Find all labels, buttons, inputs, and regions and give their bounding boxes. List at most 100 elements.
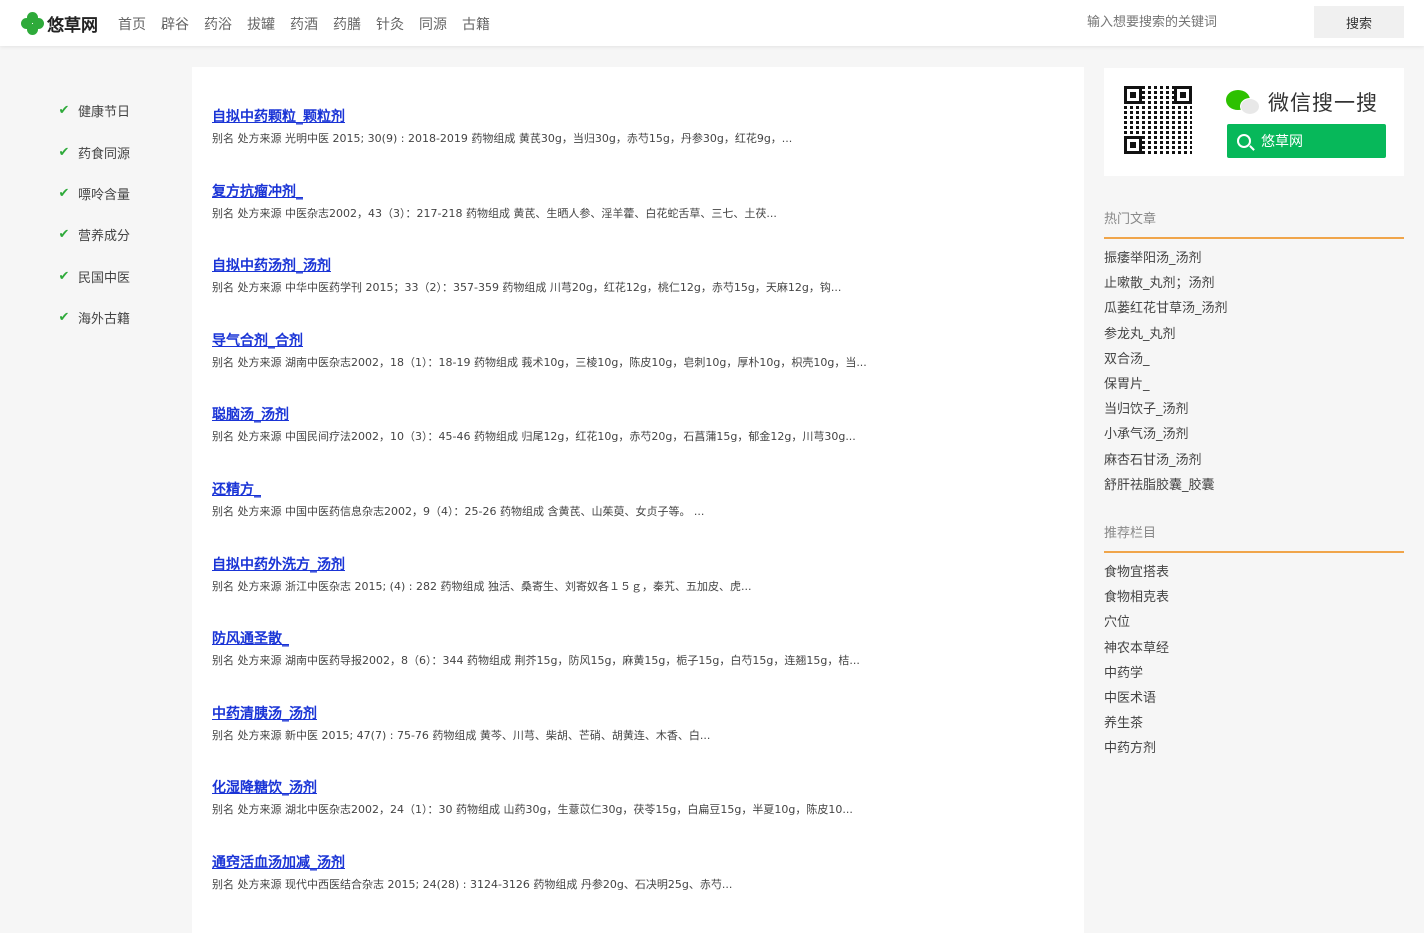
nav-baguan[interactable]: 拔罐 — [247, 14, 275, 34]
hot-article-link[interactable]: 止嗽散_丸剂；汤剂 — [1104, 275, 1228, 300]
search-icon — [1237, 134, 1251, 148]
check-icon: ✔ — [58, 227, 70, 243]
hot-article-link[interactable]: 振痿举阳汤_汤剂 — [1104, 250, 1228, 275]
recommended-link[interactable]: 神农本草经 — [1104, 640, 1169, 665]
check-icon: ✔ — [58, 144, 70, 160]
leftnav-item[interactable]: ✔ 药食同源 — [57, 131, 130, 172]
list-item: 自拟中药颗粒_颗粒剂别名 处方来源 光明中医 2015; 30(9) : 201… — [212, 107, 792, 147]
leftnav-label: 嘌呤含量 — [78, 187, 131, 203]
recommended-link[interactable]: 食物宜搭表 — [1104, 564, 1169, 589]
article-title-link[interactable]: 通窍活血汤加减_汤剂 — [212, 853, 732, 873]
wechat-title-text: 微信搜一搜 — [1268, 91, 1378, 115]
leftnav-item[interactable]: ✔ 海外古籍 — [57, 297, 130, 338]
article-summary: 别名 处方来源 现代中西医结合杂志 2015; 24(28) : 3124-31… — [212, 878, 733, 891]
clover-icon — [21, 11, 45, 36]
article-summary: 别名 处方来源 新中医 2015; 47(7) : 75-76 药物组成 黄芩、… — [212, 729, 711, 742]
article-title-link[interactable]: 化湿降糖饮_汤剂 — [212, 778, 853, 798]
qr-code — [1124, 86, 1192, 154]
hot-article-link[interactable]: 麻杏石甘汤_汤剂 — [1104, 452, 1228, 477]
list-item: 中药清胰汤_汤剂别名 处方来源 新中医 2015; 47(7) : 75-76 … — [212, 704, 710, 744]
hot-articles-list: 振痿举阳汤_汤剂 止嗽散_丸剂；汤剂 瓜蒌红花甘草汤_汤剂 参龙丸_丸剂 双合汤… — [1104, 250, 1228, 502]
main-nav: 首页 辟谷 药浴 拔罐 药酒 药膳 针灸 同源 古籍 — [118, 14, 505, 34]
hot-articles-title: 热门文章 — [1104, 208, 1404, 239]
recommended-link[interactable]: 中药学 — [1104, 665, 1169, 690]
wechat-search-title: 微信搜一搜 — [1226, 87, 1378, 117]
nav-bigu[interactable]: 辟谷 — [161, 14, 189, 34]
leftnav-item[interactable]: ✔ 嘌呤含量 — [57, 173, 130, 214]
article-title-link[interactable]: 还精方_ — [212, 480, 704, 500]
leftnav-item[interactable]: ✔ 民国中医 — [57, 256, 130, 297]
nav-yaojiu[interactable]: 药酒 — [290, 14, 318, 34]
leftnav-label: 健康节日 — [78, 105, 131, 121]
recommended-link[interactable]: 食物相克表 — [1104, 589, 1169, 614]
wechat-search-button[interactable]: 悠草网 — [1227, 124, 1386, 158]
nav-guji[interactable]: 古籍 — [462, 14, 490, 34]
article-title-link[interactable]: 防风通圣散_ — [212, 629, 860, 649]
hot-article-link[interactable]: 参龙丸_丸剂 — [1104, 326, 1228, 351]
hot-article-link[interactable]: 舒肝祛脂胶囊_胶囊 — [1104, 477, 1228, 502]
leftnav-item[interactable]: ✔ 健康节日 — [57, 90, 130, 131]
site-logo[interactable]: 悠草网 — [21, 11, 98, 36]
hot-article-link[interactable]: 当归饮子_汤剂 — [1104, 401, 1228, 426]
nav-home[interactable]: 首页 — [118, 14, 146, 34]
list-item: 化湿降糖饮_汤剂别名 处方来源 湖北中医杂志2002，24（1）：30 药物组成… — [212, 778, 853, 818]
wechat-icon — [1226, 88, 1260, 116]
article-summary: 别名 处方来源 湖北中医杂志2002，24（1）：30 药物组成 山药30g，生… — [212, 803, 853, 816]
check-icon: ✔ — [58, 185, 70, 201]
nav-yaoyu[interactable]: 药浴 — [204, 14, 232, 34]
search-button[interactable]: 搜索 — [1314, 6, 1404, 38]
article-title-link[interactable]: 中药清胰汤_汤剂 — [212, 704, 710, 724]
article-summary: 别名 处方来源 中医杂志2002，43（3）：217-218 药物组成 黄芪、生… — [212, 207, 777, 220]
article-summary: 别名 处方来源 湖南中医杂志2002，18（1）：18-19 药物组成 莪术10… — [212, 356, 867, 369]
nav-yaoshan[interactable]: 药膳 — [333, 14, 361, 34]
article-title-link[interactable]: 自拟中药颗粒_颗粒剂 — [212, 107, 792, 127]
recommended-title: 推荐栏目 — [1104, 522, 1404, 553]
hot-article-link[interactable]: 保胃片_ — [1104, 376, 1228, 401]
article-title-link[interactable]: 导气合剂_合剂 — [212, 331, 867, 351]
article-summary: 别名 处方来源 中国中医药信息杂志2002，9（4）：25-26 药物组成 含黄… — [212, 505, 705, 518]
wechat-button-label: 悠草网 — [1261, 134, 1303, 150]
recommended-link[interactable]: 中药方剂 — [1104, 740, 1169, 765]
article-title-link[interactable]: 自拟中药外洗方_汤剂 — [212, 555, 751, 575]
list-item: 防风通圣散_ 别名 处方来源 湖南中医药导报2002，8（6）：344 药物组成 … — [212, 629, 860, 669]
leftnav-label: 药食同源 — [78, 146, 131, 162]
nav-tongyuan[interactable]: 同源 — [419, 14, 447, 34]
article-summary: 别名 处方来源 浙江中医杂志 2015; (4) : 282 药物组成 独活、桑… — [212, 580, 752, 593]
hot-article-link[interactable]: 小承气汤_汤剂 — [1104, 426, 1228, 451]
hot-article-link[interactable]: 瓜蒌红花甘草汤_汤剂 — [1104, 300, 1228, 325]
article-title-link[interactable]: 聪脑汤_汤剂 — [212, 405, 856, 425]
search-box: 搜索 — [1074, 6, 1404, 38]
article-title-link[interactable]: 复方抗瘤冲剂_ — [212, 182, 777, 202]
list-item: 复方抗瘤冲剂_ 别名 处方来源 中医杂志2002，43（3）：217-218 药物… — [212, 182, 777, 222]
leftnav-item[interactable]: ✔ 营养成分 — [57, 214, 130, 255]
list-item: 导气合剂_合剂别名 处方来源 湖南中医杂志2002，18（1）：18-19 药物… — [212, 331, 867, 371]
list-item: 自拟中药外洗方_汤剂别名 处方来源 浙江中医杂志 2015; (4) : 282… — [212, 555, 751, 595]
left-category-nav: ✔ 健康节日 ✔ 药食同源 ✔ 嘌呤含量 ✔ 营养成分 ✔ 民国中医 ✔ 海外古籍 — [57, 90, 130, 338]
logo-text: 悠草网 — [47, 16, 98, 36]
list-item: 聪脑汤_汤剂别名 处方来源 中国民间疗法2002，10（3）：45-46 药物组… — [212, 405, 856, 445]
article-summary: 别名 处方来源 湖南中医药导报2002，8（6）：344 药物组成 荆芥15g，… — [212, 654, 860, 667]
recommended-link[interactable]: 养生茶 — [1104, 715, 1169, 740]
recommended-link[interactable]: 穴位 — [1104, 614, 1169, 639]
article-summary: 别名 处方来源 中国民间疗法2002，10（3）：45-46 药物组成 归尾12… — [212, 430, 856, 443]
article-title-link[interactable]: 自拟中药汤剂_汤剂 — [212, 256, 841, 276]
list-item: 通窍活血汤加减_汤剂别名 处方来源 现代中西医结合杂志 2015; 24(28)… — [212, 853, 732, 893]
nav-zhenjiu[interactable]: 针灸 — [376, 14, 404, 34]
hot-article-link[interactable]: 双合汤_ — [1104, 351, 1228, 376]
check-icon: ✔ — [58, 103, 70, 119]
article-summary: 别名 处方来源 光明中医 2015; 30(9) : 2018-2019 药物组… — [212, 132, 793, 145]
top-header: 悠草网 首页 辟谷 药浴 拔罐 药酒 药膳 针灸 同源 古籍 搜索 — [0, 0, 1424, 46]
search-input[interactable] — [1074, 6, 1314, 38]
recommended-list: 食物宜搭表 食物相克表 穴位 神农本草经 中药学 中医术语 养生茶 中药方剂 — [1104, 564, 1169, 766]
list-item: 自拟中药汤剂_汤剂别名 处方来源 中华中医药学刊 2015；33（2）：357-… — [212, 256, 841, 296]
article-list: 自拟中药颗粒_颗粒剂别名 处方来源 光明中医 2015; 30(9) : 201… — [192, 67, 1084, 933]
check-icon: ✔ — [58, 310, 70, 326]
leftnav-label: 海外古籍 — [78, 312, 131, 328]
recommended-link[interactable]: 中医术语 — [1104, 690, 1169, 715]
wechat-search-card: 微信搜一搜 悠草网 — [1104, 68, 1404, 176]
leftnav-label: 营养成分 — [78, 229, 131, 245]
article-summary: 别名 处方来源 中华中医药学刊 2015；33（2）：357-359 药物组成 … — [212, 281, 842, 294]
list-item: 还精方_ 别名 处方来源 中国中医药信息杂志2002，9（4）：25-26 药物组… — [212, 480, 704, 520]
leftnav-label: 民国中医 — [78, 270, 131, 286]
check-icon: ✔ — [58, 268, 70, 284]
